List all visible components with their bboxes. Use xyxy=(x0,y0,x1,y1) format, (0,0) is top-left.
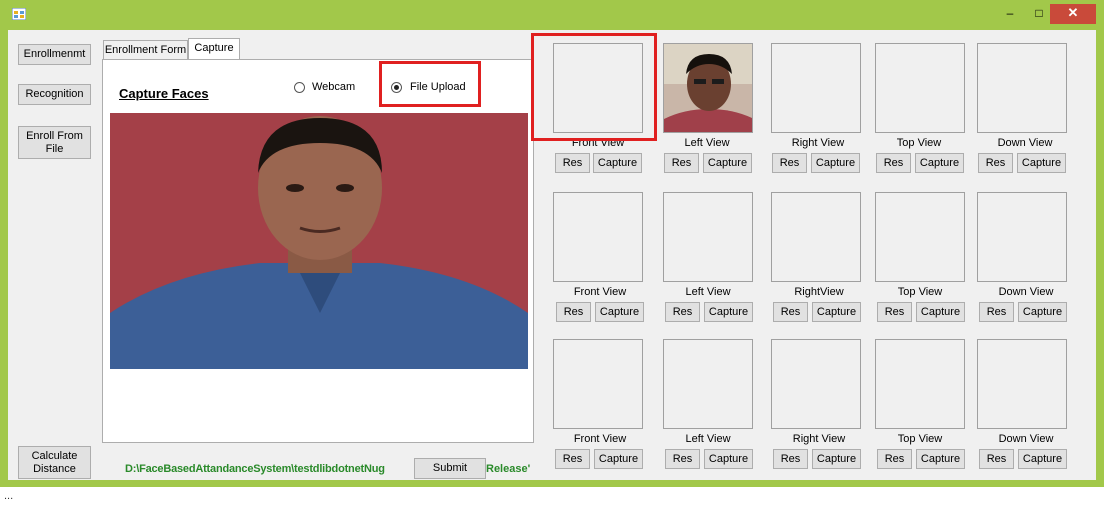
capture-button-r3-left[interactable]: Capture xyxy=(704,449,753,469)
slot-r2-down xyxy=(977,192,1067,282)
label-r3-top: Top View xyxy=(897,433,943,445)
res-button-r2-right[interactable]: Res xyxy=(773,302,808,322)
capture-button-r2-left[interactable]: Capture xyxy=(704,302,753,322)
res-button-r3-right[interactable]: Res xyxy=(773,449,808,469)
label-r3-left: Left View xyxy=(685,433,731,445)
label-r2-right: RightView xyxy=(794,286,844,298)
calculate-distance-button[interactable]: Calculate Distance xyxy=(18,446,91,479)
slot-r1-down xyxy=(977,43,1067,133)
res-button-r2-front[interactable]: Res xyxy=(556,302,591,322)
label-r1-left: Left View xyxy=(684,137,730,149)
res-button-r1-left[interactable]: Res xyxy=(664,153,699,173)
slot-r3-left xyxy=(663,339,753,429)
slot-r3-top xyxy=(875,339,965,429)
label-r3-down: Down View xyxy=(998,433,1054,445)
capture-button-r1-right[interactable]: Capture xyxy=(811,153,860,173)
capture-button-r1-down[interactable]: Capture xyxy=(1017,153,1066,173)
res-button-r3-front[interactable]: Res xyxy=(555,449,590,469)
capture-button-r2-right[interactable]: Capture xyxy=(812,302,861,322)
capture-button-r1-left[interactable]: Capture xyxy=(703,153,752,173)
uploaded-photo xyxy=(110,113,528,369)
capture-button-r2-top[interactable]: Capture xyxy=(916,302,965,322)
res-button-r1-right[interactable]: Res xyxy=(772,153,807,173)
webcam-radio-label: Webcam xyxy=(312,81,356,93)
capture-button-r3-down[interactable]: Capture xyxy=(1018,449,1067,469)
tab-capture[interactable]: Capture xyxy=(188,38,240,60)
label-r2-left: Left View xyxy=(685,286,731,298)
background-code-text: ... xyxy=(4,490,14,502)
slot-r1-left xyxy=(663,43,753,133)
file-upload-highlight xyxy=(379,61,481,107)
capture-button-r3-front[interactable]: Capture xyxy=(594,449,643,469)
label-r3-front: Front View xyxy=(573,433,627,445)
minimize-button[interactable]: – xyxy=(995,4,1025,24)
res-button-r2-top[interactable]: Res xyxy=(877,302,912,322)
label-r3-right: Right View xyxy=(792,433,846,445)
res-button-r3-top[interactable]: Res xyxy=(877,449,912,469)
left-view-face-thumbnail xyxy=(664,44,752,132)
res-button-r1-down[interactable]: Res xyxy=(978,153,1013,173)
tab-enrollment-form[interactable]: Enrollment Form xyxy=(103,40,188,60)
label-r1-top: Top View xyxy=(896,137,942,149)
capture-button-r3-top[interactable]: Capture xyxy=(916,449,965,469)
slot-r2-front xyxy=(553,192,643,282)
close-button[interactable]: ✕ xyxy=(1050,4,1096,24)
res-button-r1-top[interactable]: Res xyxy=(876,153,911,173)
slot-r1-right xyxy=(771,43,861,133)
label-r1-right: Right View xyxy=(791,137,845,149)
res-button-r2-down[interactable]: Res xyxy=(979,302,1014,322)
file-path-text: D:\FaceBasedAttandanceSystem\testdlibdot… xyxy=(125,463,385,475)
slot-r2-top xyxy=(875,192,965,282)
submit-button[interactable]: Submit xyxy=(414,458,486,479)
capture-faces-title: Capture Faces xyxy=(119,86,209,101)
enrollment-button[interactable]: Enrollmenmt xyxy=(18,44,91,65)
slot-r2-left xyxy=(663,192,753,282)
enroll-from-file-button[interactable]: Enroll From File xyxy=(18,126,91,159)
slot-r3-front xyxy=(553,339,643,429)
slot-r3-right xyxy=(771,339,861,429)
capture-button-r1-top[interactable]: Capture xyxy=(915,153,964,173)
capture-button-r2-down[interactable]: Capture xyxy=(1018,302,1067,322)
front-view-highlight xyxy=(531,33,657,141)
res-button-r1-front[interactable]: Res xyxy=(555,153,590,173)
capture-button-r3-right[interactable]: Capture xyxy=(812,449,861,469)
label-r2-front: Front View xyxy=(573,286,627,298)
label-r2-down: Down View xyxy=(998,286,1054,298)
slot-r1-top xyxy=(875,43,965,133)
res-button-r3-left[interactable]: Res xyxy=(665,449,700,469)
res-button-r3-down[interactable]: Res xyxy=(979,449,1014,469)
capture-button-r2-front[interactable]: Capture xyxy=(595,302,644,322)
webcam-radio[interactable] xyxy=(294,82,305,93)
person-photo-illustration xyxy=(110,113,528,369)
capture-button-r1-front[interactable]: Capture xyxy=(593,153,642,173)
slot-r2-right xyxy=(771,192,861,282)
file-path-suffix: Release' xyxy=(486,463,531,475)
res-button-r2-left[interactable]: Res xyxy=(665,302,700,322)
label-r2-top: Top View xyxy=(897,286,943,298)
recognition-button[interactable]: Recognition xyxy=(18,84,91,105)
slot-r3-down xyxy=(977,339,1067,429)
app-icon xyxy=(12,8,26,20)
label-r1-down: Down View xyxy=(997,137,1053,149)
